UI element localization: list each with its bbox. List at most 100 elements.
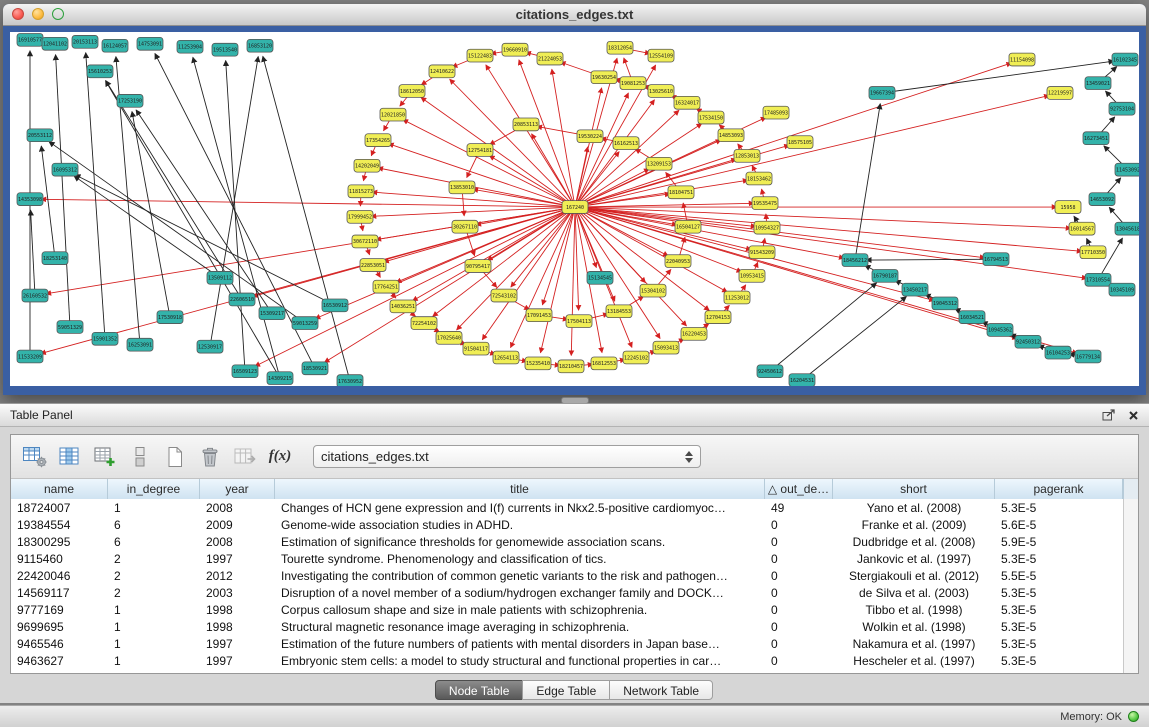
graph-node[interactable]: 12554109 <box>648 49 674 62</box>
tab-node-table[interactable]: Node Table <box>435 680 524 700</box>
graph-node[interactable]: 11453092 <box>1115 163 1139 176</box>
window-titlebar[interactable]: citations_edges.txt <box>3 4 1146 26</box>
graph-node[interactable]: 167240 <box>562 201 588 214</box>
graph-node[interactable]: 17999452 <box>347 210 373 223</box>
close-window-button[interactable] <box>12 8 24 20</box>
graph-node[interactable]: 12219597 <box>1047 87 1073 100</box>
graph-node[interactable]: 15901352 <box>92 332 118 345</box>
function-builder-button[interactable]: f(x) <box>266 443 294 471</box>
table-selector-combo[interactable]: citations_edges.txt <box>313 445 701 468</box>
table-row[interactable]: 969969511998Structural magnetic resonanc… <box>11 618 1123 635</box>
network-canvas[interactable]: 1672401512248312410622186120501202185017… <box>10 32 1139 386</box>
graph-node[interactable]: 17710350 <box>1080 246 1106 259</box>
graph-node[interactable]: 12021850 <box>380 108 406 121</box>
graph-node[interactable]: 15304102 <box>640 284 666 297</box>
graph-node[interactable]: 15235410 <box>525 357 551 370</box>
table-row[interactable]: 977716911998Corpus callosum shape and si… <box>11 601 1123 618</box>
graph-node[interactable]: 59051329 <box>57 321 83 334</box>
graph-node[interactable]: 12754181 <box>467 144 493 157</box>
graph-node[interactable]: 18312054 <box>607 41 633 54</box>
select-columns-button[interactable] <box>56 443 84 471</box>
graph-node[interactable]: 92450612 <box>757 365 783 378</box>
zoom-window-button[interactable] <box>52 8 64 20</box>
graph-node[interactable]: 20853113 <box>513 118 539 131</box>
import-table-button[interactable] <box>231 443 259 471</box>
graph-node[interactable]: 16779134 <box>1075 350 1101 363</box>
column-header-year[interactable]: year <box>200 479 275 499</box>
graph-node[interactable]: 16253091 <box>127 338 153 351</box>
graph-node[interactable]: 18456212 <box>842 254 868 267</box>
column-header-name[interactable]: name <box>11 479 108 499</box>
graph-node[interactable]: 18575105 <box>787 136 813 149</box>
graph-node[interactable]: 12245102 <box>623 351 649 364</box>
graph-node[interactable]: 18104751 <box>668 186 694 199</box>
graph-node[interactable]: 91504117 <box>463 342 489 355</box>
graph-node[interactable]: 14202049 <box>354 159 380 172</box>
graph-node[interactable]: 15610253 <box>87 65 113 78</box>
graph-node[interactable]: 12041102 <box>42 37 68 50</box>
graph-node[interactable]: 15122483 <box>467 49 493 62</box>
table-row[interactable]: 946362711997Embryonic stem cells: a mode… <box>11 652 1123 669</box>
graph-node[interactable]: 11154098 <box>1009 53 1035 66</box>
table-row[interactable]: 1938455462009Genome-wide association stu… <box>11 516 1123 533</box>
graph-node[interactable]: 13509112 <box>207 271 233 284</box>
graph-node[interactable]: 18530921 <box>302 362 328 375</box>
graph-node[interactable]: 15093413 <box>653 341 679 354</box>
delete-table-button[interactable] <box>196 443 224 471</box>
graph-node[interactable]: 18253140 <box>42 252 68 265</box>
table-row[interactable]: 1830029562008Estimation of significance … <box>11 533 1123 550</box>
graph-node[interactable]: 16509123 <box>232 365 258 378</box>
graph-node[interactable]: 16034521 <box>959 311 985 324</box>
graph-node[interactable]: 11253904 <box>177 40 203 53</box>
graph-node[interactable]: 16273451 <box>1083 132 1109 145</box>
graph-node[interactable]: 17530918 <box>157 311 183 324</box>
graph-node[interactable]: 13025610 <box>648 85 674 98</box>
graph-node[interactable]: 16204531 <box>789 374 815 386</box>
graph-node[interactable]: 22040953 <box>665 255 691 268</box>
graph-node[interactable]: 10345109 <box>1109 283 1135 296</box>
graph-node[interactable]: 59013259 <box>292 317 318 330</box>
graph-node[interactable]: 13853010 <box>449 181 475 194</box>
graph-node[interactable]: 14036251 <box>390 300 416 313</box>
graph-node[interactable]: 10953415 <box>739 269 765 282</box>
graph-node[interactable]: 21224053 <box>537 52 563 65</box>
graph-node[interactable]: 16220453 <box>681 327 707 340</box>
graph-node[interactable]: 11533209 <box>17 350 43 363</box>
graph-node[interactable]: 11253012 <box>724 291 750 304</box>
graph-node[interactable]: 16102345 <box>1112 53 1138 66</box>
graph-node[interactable]: 22606510 <box>229 293 255 306</box>
graph-node[interactable]: 15134545 <box>587 271 613 284</box>
graph-node[interactable]: 19630254 <box>591 71 617 84</box>
graph-node[interactable]: 14309215 <box>267 372 293 385</box>
graph-node[interactable]: 13209153 <box>646 157 672 170</box>
graph-node[interactable]: 17091453 <box>526 309 552 322</box>
graph-node[interactable]: 17354265 <box>365 134 391 147</box>
graph-node[interactable]: 16504127 <box>675 220 701 233</box>
graph-node[interactable]: 30267110 <box>452 220 478 233</box>
graph-node[interactable]: 13045618 <box>1115 222 1139 235</box>
graph-node[interactable]: 19081253 <box>620 77 646 90</box>
column-header-title[interactable]: title <box>275 479 765 499</box>
network-graph[interactable]: 1672401512248312410622186120501202185017… <box>10 32 1139 386</box>
column-header-short[interactable]: short <box>833 479 995 499</box>
graph-node[interactable]: 17310554 <box>1085 273 1111 286</box>
graph-node[interactable]: 11815273 <box>348 185 374 198</box>
new-file-button[interactable] <box>161 443 189 471</box>
graph-node[interactable]: 19530224 <box>577 130 603 143</box>
column-header-in-degree[interactable]: in_degree <box>108 479 200 499</box>
graph-node[interactable]: 72543102 <box>491 289 517 302</box>
graph-node[interactable]: 30672110 <box>352 235 378 248</box>
graph-node[interactable]: 17630952 <box>337 375 363 386</box>
new-column-button[interactable] <box>91 443 119 471</box>
graph-node[interactable]: 12654113 <box>493 351 519 364</box>
graph-node[interactable]: 22853051 <box>360 259 386 272</box>
minimize-window-button[interactable] <box>32 8 44 20</box>
graph-node[interactable]: 10954327 <box>754 221 780 234</box>
graph-node[interactable]: 18210457 <box>558 360 584 373</box>
graph-node[interactable]: 10945362 <box>987 324 1013 337</box>
graph-node[interactable]: 15958 <box>1055 201 1081 214</box>
graph-node[interactable]: 14853093 <box>718 129 744 142</box>
tab-edge-table[interactable]: Edge Table <box>522 680 610 700</box>
tab-network-table[interactable]: Network Table <box>609 680 713 700</box>
graph-node[interactable]: 16530912 <box>322 299 348 312</box>
